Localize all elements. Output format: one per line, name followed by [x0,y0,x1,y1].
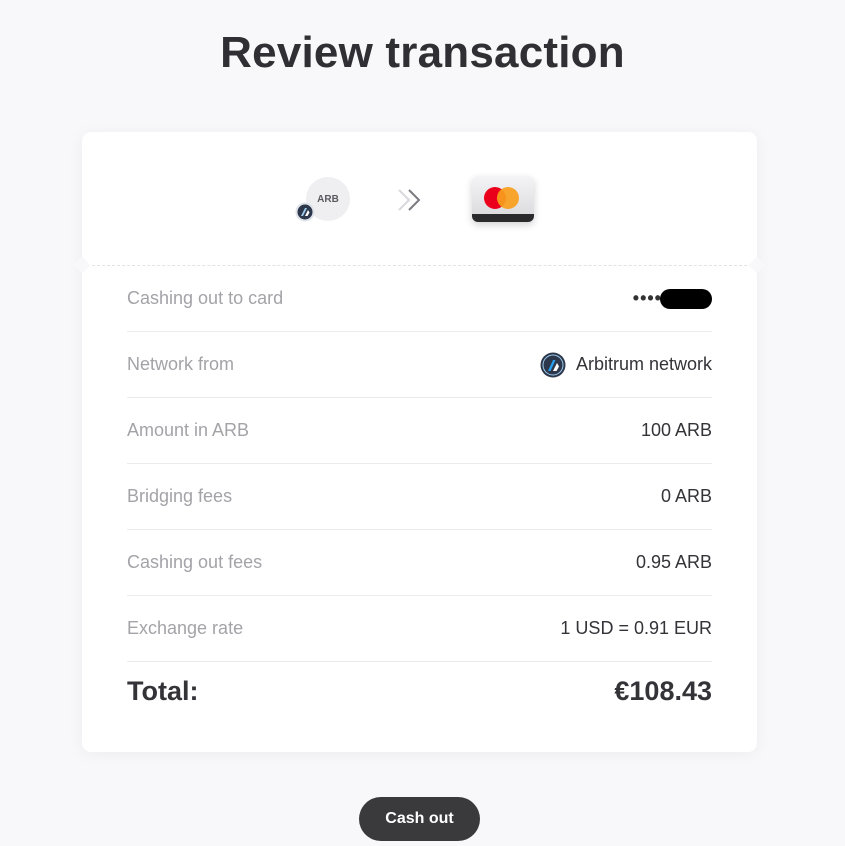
total-value: €108.43 [614,676,712,706]
network-label: Network from [127,354,235,374]
card-value: •••• [633,288,712,309]
exchange-rate-label: Exchange rate [127,618,244,638]
redacted-card-digits [660,288,712,309]
card-label: Cashing out to card [127,288,284,308]
detail-row-cashing-out-fees: Cashing out fees 0.95 ARB [127,530,712,596]
cash-out-button[interactable]: Cash out [359,797,480,841]
transaction-summary-card: ARB Cashing out to card •••• Network fro… [73,132,766,752]
mastercard-yellow-circle [497,187,519,209]
page-title: Review transaction [220,28,625,77]
review-transaction-page: Review transaction ARB Cashing out to ca… [0,0,845,846]
bridging-fees-value: 0 ARB [660,486,712,506]
arbitrum-icon [540,352,566,377]
total-label: Total: [127,676,199,706]
detail-row-amount: Amount in ARB 100 ARB [127,398,712,464]
cashing-out-fees-value: 0.95 ARB [635,552,712,572]
detail-row-bridging-fees: Bridging fees 0 ARB [127,464,712,530]
details-list: Cashing out to card •••• Network from Ar… [127,266,712,662]
masked-card-number: •••• [632,288,662,308]
arbitrum-badge-icon [295,202,315,222]
detail-row-card: Cashing out to card •••• [127,266,712,332]
detail-row-exchange-rate: Exchange rate 1 USD = 0.91 EUR [127,596,712,662]
token-label: ARB [317,193,339,205]
network-value: Arbitrum network [540,352,712,378]
amount-label: Amount in ARB [127,420,250,440]
card-stripe [472,214,534,222]
exchange-rate-value: 1 USD = 0.91 EUR [560,618,712,638]
amount-value: 100 ARB [640,420,712,440]
total-row: Total: €108.43 [127,676,712,707]
mastercard-icon [472,176,534,222]
double-chevron-right-icon [398,189,421,211]
transfer-visual: ARB [82,132,757,266]
detail-row-network: Network from Arbitrum network [127,332,712,398]
cashing-out-fees-label: Cashing out fees [127,552,263,572]
bridging-fees-label: Bridging fees [127,486,233,506]
network-name: Arbitrum network [575,354,712,374]
